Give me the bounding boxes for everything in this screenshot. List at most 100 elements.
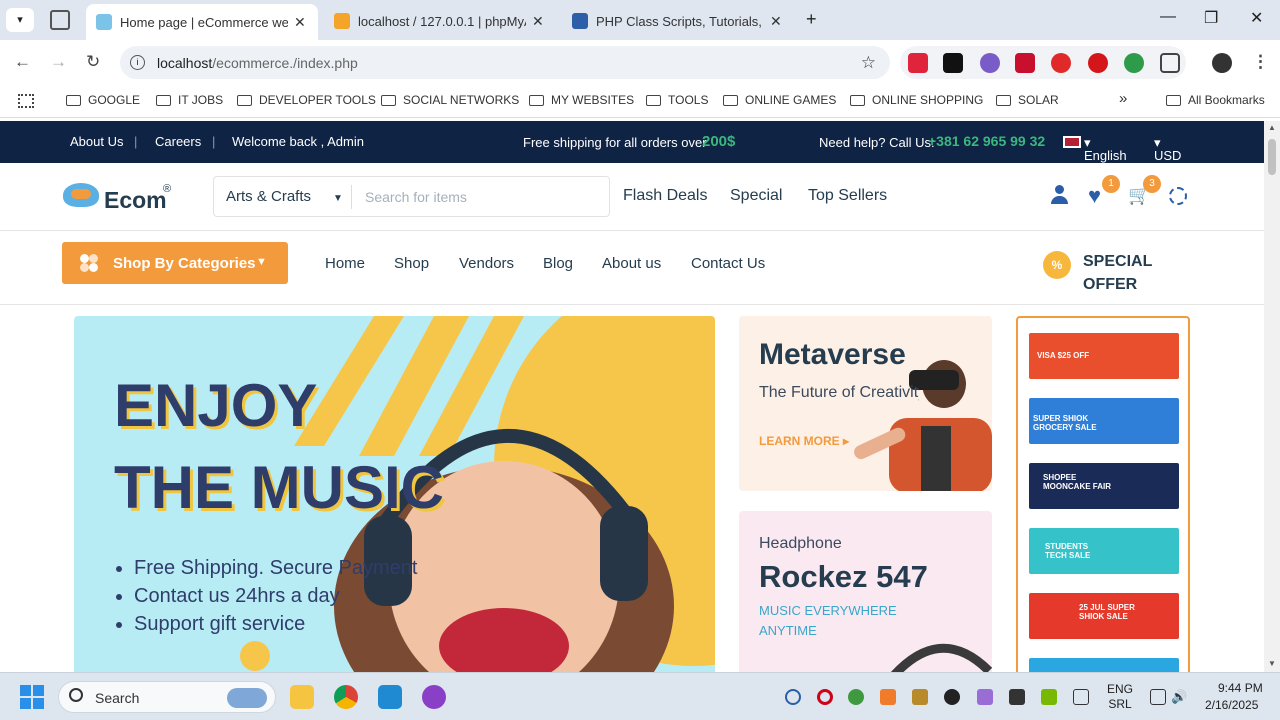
tray-globe-icon[interactable] <box>848 689 864 705</box>
extension-thumbs-icon[interactable] <box>908 53 928 73</box>
volume-icon[interactable]: 🔊 <box>1171 689 1187 705</box>
bookmark-folder[interactable]: DEVELOPER TOOLS <box>237 93 376 107</box>
currency-select[interactable]: USD ▾ <box>1154 135 1181 163</box>
tray-xampp-icon[interactable] <box>880 689 896 705</box>
headphone-promo-card[interactable]: Headphone Rockez 547 MUSIC EVERYWHERE AN… <box>739 511 992 672</box>
bookmark-folder[interactable]: ONLINE SHOPPING <box>850 93 983 107</box>
top-sellers-link[interactable]: Top Sellers <box>808 187 887 205</box>
tab-search-button[interactable]: ▾ <box>6 8 34 32</box>
offer-banner[interactable]: SHOPEE MOONCAKE FAIR <box>1029 463 1179 509</box>
special-offer-line2[interactable]: OFFER <box>1083 276 1137 294</box>
scroll-up-icon[interactable]: ▲ <box>1268 123 1276 132</box>
close-tab-icon[interactable]: ✕ <box>294 14 306 31</box>
site-info-icon[interactable]: i <box>130 55 145 70</box>
nav-about[interactable]: About us <box>602 255 661 272</box>
bookmark-folder[interactable]: SOCIAL NETWORKS <box>381 93 519 107</box>
compare-icon[interactable] <box>1169 187 1187 205</box>
file-explorer-icon[interactable] <box>290 685 314 709</box>
address-bar[interactable]: i localhost/ecommerce./index.php ☆ <box>120 46 890 79</box>
bookmark-folder[interactable]: SOLAR <box>996 93 1059 107</box>
input-language[interactable]: ENG SRL <box>1107 682 1133 712</box>
url-text[interactable]: localhost/ecommerce./index.php <box>157 55 358 71</box>
extension-stop-icon[interactable] <box>1088 53 1108 73</box>
new-tab-button[interactable]: + <box>806 9 817 30</box>
minimize-icon[interactable]: — <box>1160 8 1176 26</box>
more-bookmarks-icon[interactable]: » <box>1119 90 1127 107</box>
extension-abp-icon[interactable] <box>1051 53 1071 73</box>
tray-stack-icon[interactable] <box>912 689 928 705</box>
chrome-icon[interactable] <box>334 685 358 709</box>
tray-pen-icon[interactable] <box>977 689 993 705</box>
extension-globe-icon[interactable] <box>1124 53 1144 73</box>
bookmark-star-icon[interactable]: ☆ <box>861 53 876 73</box>
shop-by-categories-button[interactable]: Shop By Categories ▼ <box>62 242 288 284</box>
vscode-icon[interactable] <box>378 685 402 709</box>
windows-start-icon[interactable] <box>20 685 44 709</box>
profile-avatar[interactable] <box>1212 53 1232 73</box>
learn-more-link[interactable]: LEARN MORE ▸ <box>759 434 849 448</box>
tab-phpclasses[interactable]: PHP Class Scripts, Tutorials, Reviews ✕ <box>562 6 796 36</box>
extension-sync-icon[interactable] <box>980 53 1000 73</box>
reload-icon[interactable]: ↻ <box>86 52 100 72</box>
tray-sync-icon[interactable] <box>785 689 801 705</box>
nav-contact[interactable]: Contact Us <box>691 255 765 272</box>
flash-deals-link[interactable]: Flash Deals <box>623 187 707 205</box>
close-tab-icon[interactable]: ✕ <box>532 13 544 30</box>
tab-phpmyadmin[interactable]: localhost / 127.0.0.1 | phpMyAdmin ✕ <box>324 6 558 36</box>
offer-banner[interactable]: 25 JUL SUPER SHIOK SALE <box>1029 593 1179 639</box>
top-info-bar: About Us | Careers | Welcome back , Admi… <box>0 121 1264 163</box>
special-offer-line1[interactable]: SPECIAL <box>1083 253 1152 271</box>
offer-banner[interactable]: STUDENTS TECH SALE <box>1029 528 1179 574</box>
bookmark-folder[interactable]: GOOGLE <box>66 93 140 107</box>
apps-grid-icon[interactable] <box>18 94 34 108</box>
back-icon[interactable]: ← <box>14 52 31 72</box>
category-select[interactable]: Arts & Crafts ▼ <box>226 188 343 205</box>
page-scrollbar[interactable]: ▲ ▼ <box>1264 121 1280 672</box>
tray-keyboard-icon[interactable] <box>1073 689 1089 705</box>
about-us-link[interactable]: About Us <box>70 134 123 149</box>
github-desktop-icon[interactable] <box>422 685 446 709</box>
logo[interactable]: Ecom ® <box>63 177 178 217</box>
forward-icon[interactable]: → <box>50 52 67 72</box>
offer-banner[interactable] <box>1029 658 1179 672</box>
nav-vendors[interactable]: Vendors <box>459 255 514 272</box>
all-bookmarks[interactable]: All Bookmarks <box>1166 93 1265 107</box>
network-icon[interactable] <box>1150 689 1166 705</box>
search-input[interactable]: Search for items <box>365 189 467 205</box>
extension-video-icon[interactable] <box>1015 53 1035 73</box>
restore-icon[interactable]: ❐ <box>1204 8 1218 28</box>
clock-time[interactable]: 9:44 PM <box>1218 681 1263 695</box>
scroll-down-icon[interactable]: ▼ <box>1268 659 1276 668</box>
extension-mask-icon[interactable] <box>943 53 963 73</box>
offer-banner[interactable]: VISA $25 OFF <box>1029 333 1179 379</box>
tray-opera-icon[interactable] <box>817 689 833 705</box>
nav-blog[interactable]: Blog <box>543 255 573 272</box>
bookmark-folder[interactable]: IT JOBS <box>156 93 223 107</box>
language-select[interactable]: English ▾ <box>1084 135 1127 163</box>
scrollbar-thumb[interactable] <box>1268 139 1276 175</box>
tray-epic-icon[interactable] <box>1009 689 1025 705</box>
nav-home[interactable]: Home <box>325 255 365 272</box>
user-icon[interactable] <box>1050 185 1068 205</box>
tab-ecommerce[interactable]: Home page | eCommerce website ✕ <box>86 4 318 40</box>
close-window-icon[interactable]: ✕ <box>1250 8 1263 28</box>
taskbar-search-box[interactable]: Search <box>58 681 276 713</box>
offer-banner[interactable]: SUPER SHIOK GROCERY SALE <box>1029 398 1179 444</box>
phone-number[interactable]: +381 62 965 99 32 <box>928 133 1045 149</box>
bookmark-folder[interactable]: MY WEBSITES <box>529 93 634 107</box>
extensions-puzzle-icon[interactable] <box>1160 53 1180 73</box>
special-link[interactable]: Special <box>730 187 782 205</box>
bookmark-folder[interactable]: TOOLS <box>646 93 708 107</box>
metaverse-promo-card[interactable]: Metaverse The Future of Creativity LEARN… <box>739 316 992 491</box>
careers-link[interactable]: Careers <box>155 134 201 149</box>
pinned-tab-icon[interactable] <box>50 10 70 30</box>
close-tab-icon[interactable]: ✕ <box>770 13 782 30</box>
tray-nvidia-icon[interactable] <box>1041 689 1057 705</box>
clock-date[interactable]: 2/16/2025 <box>1205 698 1258 712</box>
wishlist-heart-icon[interactable]: ♥ <box>1088 183 1101 209</box>
hero-banner[interactable]: ENJOY THE MUSIC Free Shipping. Secure Pa… <box>74 316 715 672</box>
tray-github-icon[interactable] <box>944 689 960 705</box>
menu-dots-icon[interactable]: ⋮ <box>1252 52 1269 72</box>
bookmark-folder[interactable]: ONLINE GAMES <box>723 93 836 107</box>
nav-shop[interactable]: Shop <box>394 255 429 272</box>
